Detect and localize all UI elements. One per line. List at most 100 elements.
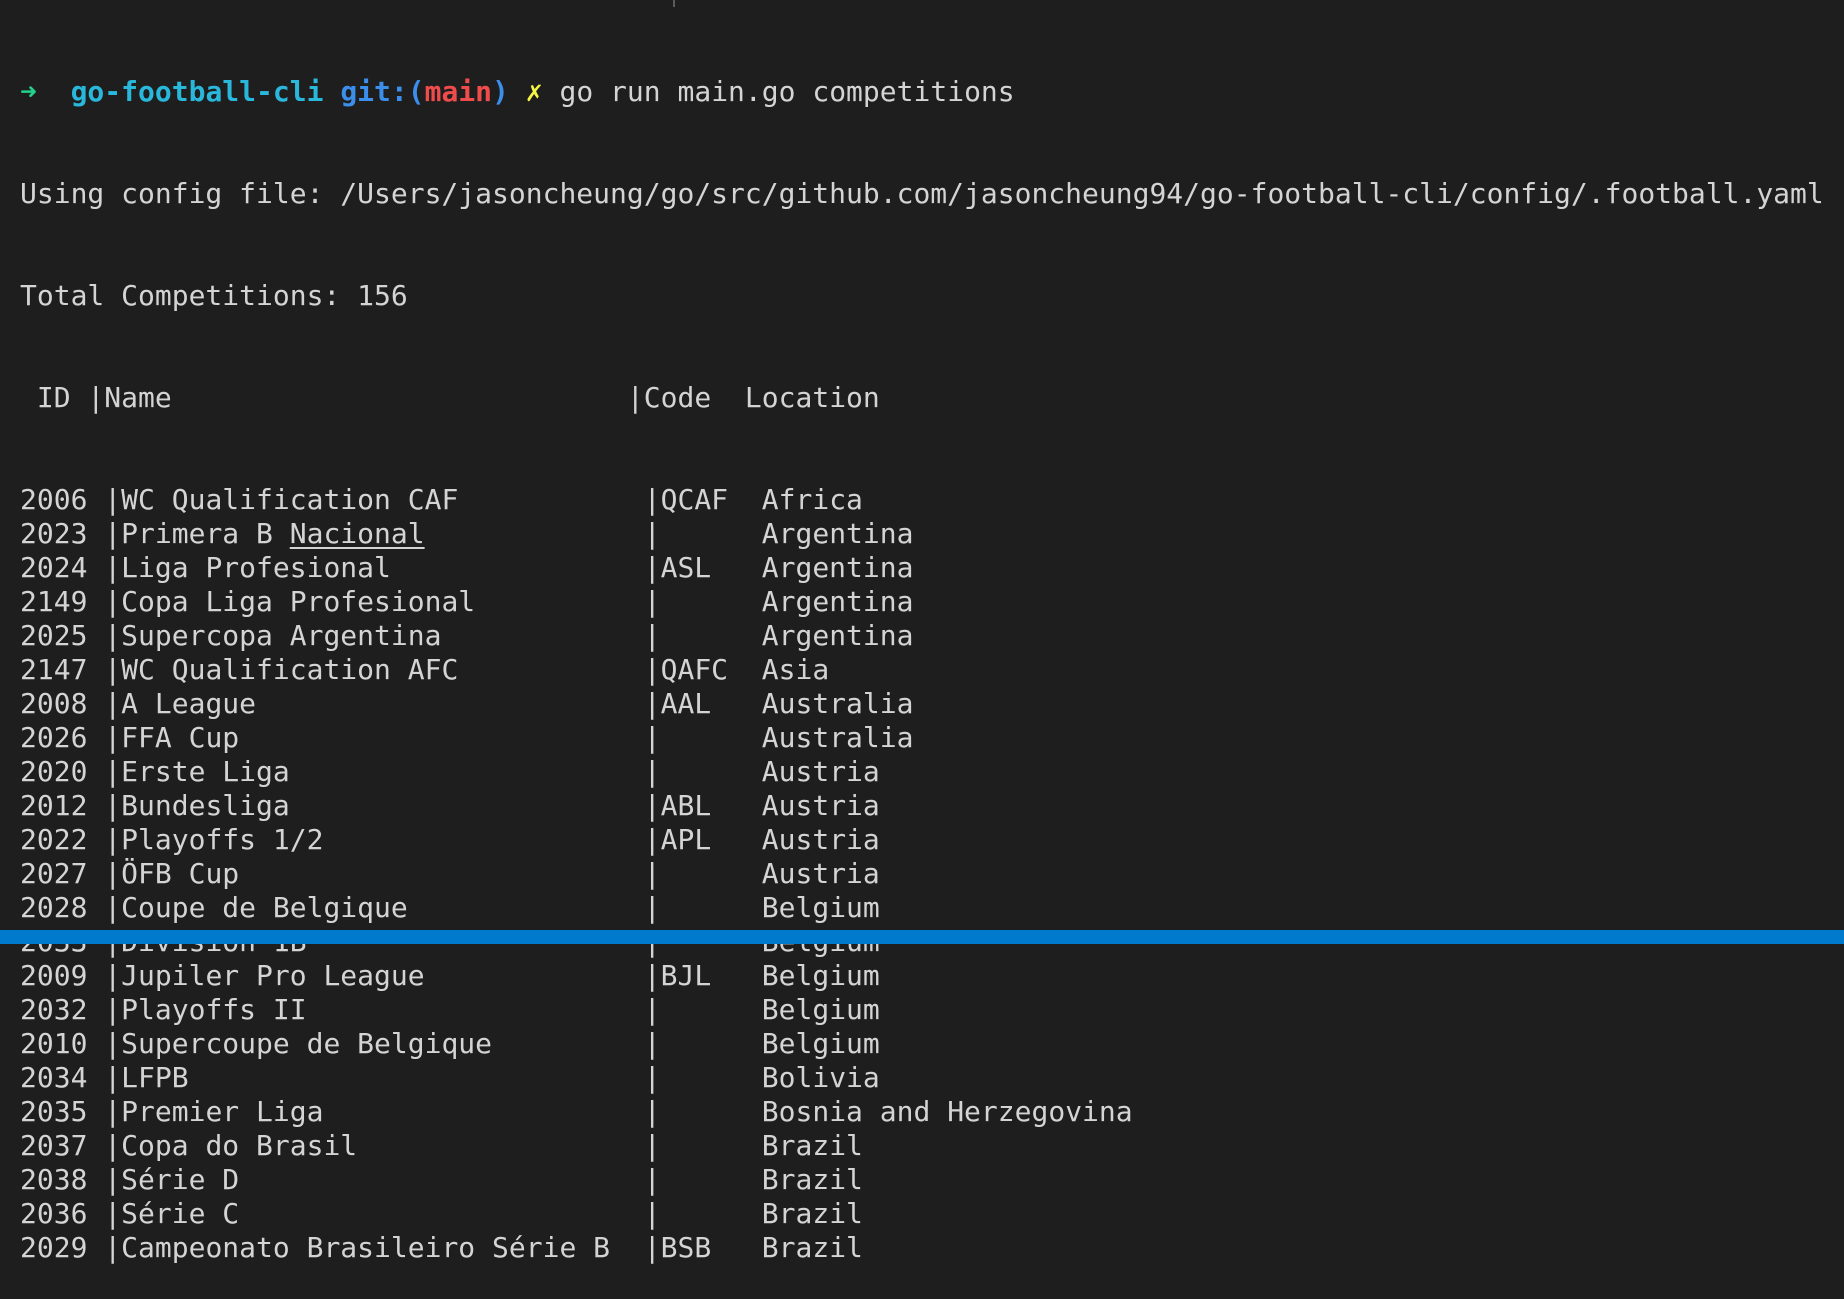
dirty-mark-icon: ✗ xyxy=(525,75,543,108)
cell-code: ASL xyxy=(660,551,712,584)
table-row: 2024 |Liga Profesional |ASL Argentina xyxy=(20,551,914,584)
table-row: 2023 |Primera B Nacional | Argentina xyxy=(20,517,914,550)
cell-id: 2034 xyxy=(20,1061,88,1094)
cell-name: WC Qualification CAF xyxy=(121,483,459,516)
cell-id: 2006 xyxy=(20,483,88,516)
cell-id: 2038 xyxy=(20,1163,88,1196)
cell-location: Austria xyxy=(761,755,880,788)
cell-code: AAL xyxy=(660,687,712,720)
cell-location: Brazil xyxy=(761,1129,863,1162)
cell-code: BJL xyxy=(660,959,712,992)
cell-location: Austria xyxy=(761,857,880,890)
terminal-output[interactable]: ➜ go-football-cli git:(main) ✗ go run ma… xyxy=(20,7,1844,1264)
cell-name: Erste Liga xyxy=(121,755,290,788)
status-bar xyxy=(0,930,1844,944)
cell-id: 2028 xyxy=(20,891,88,924)
prompt-line: ➜ go-football-cli git:(main) ✗ go run ma… xyxy=(20,75,1844,109)
cell-id: 2147 xyxy=(20,653,88,686)
cell-id: 2022 xyxy=(20,823,88,856)
cell-name: FFA Cup xyxy=(121,721,240,754)
cell-code: QCAF xyxy=(660,483,729,516)
cell-location: Belgium xyxy=(761,959,880,992)
cell-id: 2009 xyxy=(20,959,88,992)
header-name: Name xyxy=(104,381,172,414)
cell-location: Bolivia xyxy=(761,1061,880,1094)
prompt-directory: go-football-cli xyxy=(70,75,324,108)
table-row: 2022 |Playoffs 1/2 |APL Austria xyxy=(20,823,880,856)
table-row: 2010 |Supercoupe de Belgique | Belgium xyxy=(20,1027,880,1060)
cell-location: Argentina xyxy=(761,551,914,584)
cell-id: 2012 xyxy=(20,789,88,822)
cell-location: Australia xyxy=(761,687,914,720)
cell-location: Bosnia and Herzegovina xyxy=(761,1095,1133,1128)
cell-name: Playoffs 1/2 xyxy=(121,823,324,856)
cell-id: 2010 xyxy=(20,1027,88,1060)
cell-location: Argentina xyxy=(761,517,914,550)
command-text: go run main.go competitions xyxy=(559,75,1015,108)
table-row: 2029 |Campeonato Brasileiro Série B |BSB… xyxy=(20,1231,863,1264)
cell-name: Campeonato Brasileiro Série B xyxy=(121,1231,611,1264)
cell-id: 2029 xyxy=(20,1231,88,1264)
cell-id: 2035 xyxy=(20,1095,88,1128)
prompt-branch: main xyxy=(424,75,493,108)
cell-code: BSB xyxy=(660,1231,712,1264)
cell-location: Argentina xyxy=(761,585,914,618)
cell-location: Brazil xyxy=(761,1231,863,1264)
cell-name: Copa Liga Profesional xyxy=(121,585,476,618)
table-row: 2012 |Bundesliga |ABL Austria xyxy=(20,789,880,822)
cell-name: Série D xyxy=(121,1163,240,1196)
table-header-row: ID |Name |Code Location xyxy=(20,381,880,414)
table-row: 2027 |ÖFB Cup | Austria xyxy=(20,857,880,890)
table-row: 2036 |Série C | Brazil xyxy=(20,1197,863,1230)
table-row: 2020 |Erste Liga | Austria xyxy=(20,755,880,788)
table-row: 2032 |Playoffs II | Belgium xyxy=(20,993,880,1026)
cell-location: Austria xyxy=(761,823,880,856)
cell-id: 2024 xyxy=(20,551,88,584)
cell-id: 2032 xyxy=(20,993,88,1026)
cell-id: 2027 xyxy=(20,857,88,890)
cell-location: Brazil xyxy=(761,1163,863,1196)
cell-location: Brazil xyxy=(761,1197,863,1230)
prompt-git-suffix: ) xyxy=(492,75,509,108)
cell-code: APL xyxy=(660,823,712,856)
total-line: Total Competitions: 156 xyxy=(20,279,408,312)
cell-location: Belgium xyxy=(761,1027,880,1060)
table-row: 2008 |A League |AAL Australia xyxy=(20,687,914,720)
cell-name: A League xyxy=(121,687,257,720)
cell-name: Playoffs II xyxy=(121,993,307,1026)
cell-location: Asia xyxy=(761,653,830,686)
cell-location: Africa xyxy=(761,483,863,516)
table-rows: 2006 |WC Qualification CAF |QCAF Africa 2… xyxy=(20,483,1844,1265)
cell-id: 2008 xyxy=(20,687,88,720)
cell-id: 2037 xyxy=(20,1129,88,1162)
prompt-arrow-icon: ➜ xyxy=(20,75,37,108)
table-row: 2034 |LFPB | Bolivia xyxy=(20,1061,880,1094)
cell-code: ABL xyxy=(660,789,712,822)
cell-name: WC Qualification AFC xyxy=(121,653,459,686)
cell-name: Copa do Brasil xyxy=(121,1129,358,1162)
cell-id: 2020 xyxy=(20,755,88,788)
cell-id: 2036 xyxy=(20,1197,88,1230)
cell-id: 2149 xyxy=(20,585,88,618)
cell-location: Austria xyxy=(761,789,880,822)
table-row: 2028 |Coupe de Belgique | Belgium xyxy=(20,891,880,924)
header-code: Code xyxy=(643,381,712,414)
table-row: 2035 |Premier Liga | Bosnia and Herzegov… xyxy=(20,1095,1133,1128)
table-row: 2025 |Supercopa Argentina | Argentina xyxy=(20,619,914,652)
table-row: 2037 |Copa do Brasil | Brazil xyxy=(20,1129,863,1162)
cell-name: Supercopa Argentina xyxy=(121,619,442,652)
cell-name: ÖFB Cup xyxy=(121,857,240,890)
cell-location: Belgium xyxy=(761,891,880,924)
cell-location: Argentina xyxy=(761,619,914,652)
table-row: 2147 |WC Qualification AFC |QAFC Asia xyxy=(20,653,830,686)
cell-name: Primera B Nacional xyxy=(121,517,425,550)
cell-name: Supercoupe de Belgique xyxy=(121,1027,493,1060)
cell-id: 2025 xyxy=(20,619,88,652)
header-location: Location xyxy=(744,381,880,414)
cell-code: QAFC xyxy=(660,653,729,686)
cell-name: Bundesliga xyxy=(121,789,290,822)
cell-name: Coupe de Belgique xyxy=(121,891,408,924)
table-row: 2006 |WC Qualification CAF |QCAF Africa xyxy=(20,483,863,516)
cell-id: 2023 xyxy=(20,517,88,550)
cell-name: Série C xyxy=(121,1197,240,1230)
